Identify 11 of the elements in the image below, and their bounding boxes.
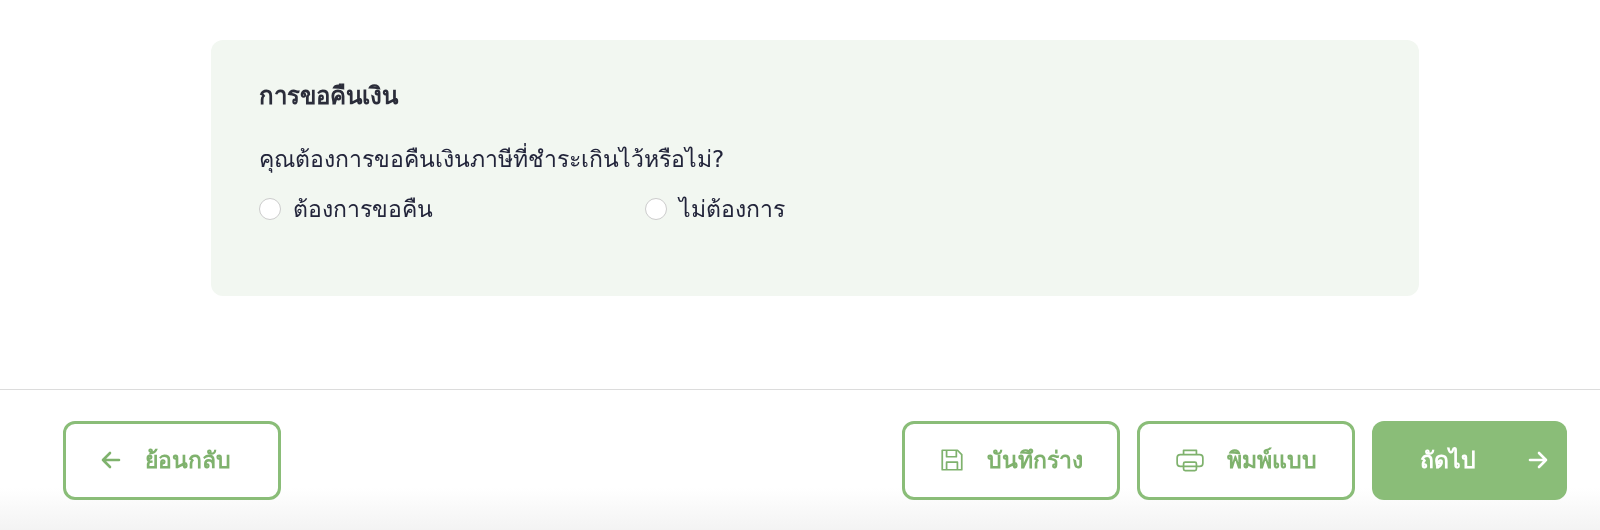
printer-icon — [1175, 447, 1205, 473]
save-button[interactable]: บันทึกร่าง — [902, 420, 1120, 500]
radio-option[interactable]: ต้องการขอคืน — [259, 191, 645, 227]
back-button[interactable]: ย้อนกลับ — [63, 420, 281, 500]
print-button[interactable]: พิมพ์แบบ — [1137, 420, 1355, 500]
radio-option[interactable]: ไม่ต้องการ — [645, 191, 1031, 227]
section-title: การขอคืนเงิน — [259, 81, 400, 112]
question-text: คุณต้องการขอคืนเงินภาษีที่ชำระเกินไว้หรือไม่? — [259, 141, 1371, 177]
radio-icon[interactable] — [645, 198, 667, 220]
radio-icon[interactable] — [259, 198, 281, 220]
next-button[interactable]: ถัดไป — [1372, 420, 1567, 500]
